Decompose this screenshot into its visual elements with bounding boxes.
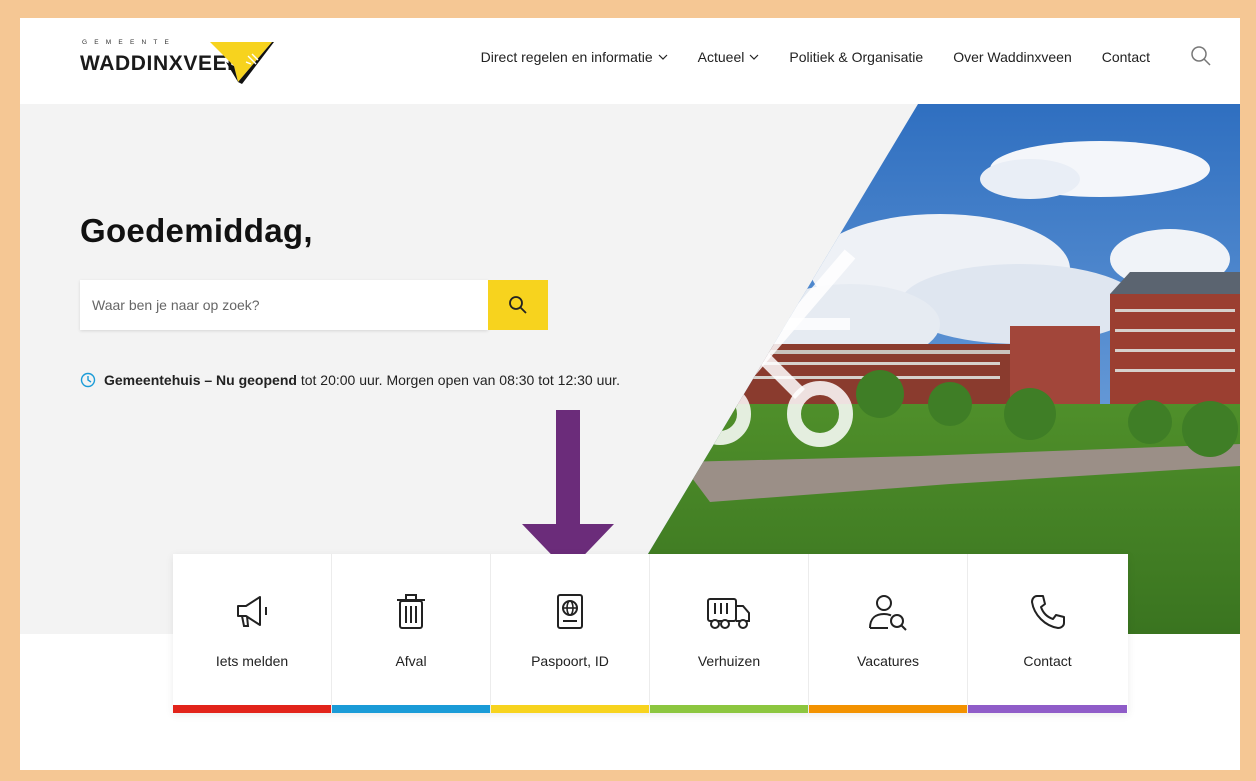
tile-label: Iets melden: [215, 653, 289, 669]
tile-label: Vacatures: [857, 653, 919, 669]
status-detail: tot 20:00 uur. Morgen open van 08:30 tot…: [296, 372, 620, 388]
search-button[interactable]: [488, 280, 548, 330]
logo-emblem-icon: [210, 42, 274, 84]
nav-label: Direct regelen en informatie: [480, 49, 653, 65]
tile-vacatures[interactable]: Vacatures: [809, 554, 968, 713]
tile-afval[interactable]: Afval: [332, 554, 491, 713]
nav-label: Contact: [1101, 49, 1150, 65]
search-input[interactable]: [80, 280, 494, 330]
quick-links: Iets melden Afval Paspoort, ID Verhuizen…: [173, 554, 1128, 713]
logo[interactable]: GEMEENTE WADDINXVEEN: [80, 36, 280, 90]
opening-status: Gemeentehuis – Nu geopend tot 20:00 uur.…: [80, 366, 640, 394]
tile-color-bar: [332, 705, 490, 713]
chevron-down-icon: [658, 54, 668, 60]
page-frame: GEMEENTE WADDINXVEEN Direct regelen en i…: [20, 18, 1240, 770]
nav-label: Over Waddinxveen: [953, 49, 1072, 65]
tile-paspoort-id[interactable]: Paspoort, ID: [491, 554, 650, 713]
nav-item-direct-regelen[interactable]: Direct regelen en informatie: [481, 49, 668, 65]
person-search-icon: [869, 595, 907, 631]
megaphone-icon: [237, 596, 267, 627]
tile-contact[interactable]: Contact: [968, 554, 1127, 713]
tile-label: Afval: [395, 653, 427, 669]
logo-small-text: GEMEENTE: [82, 39, 177, 46]
nav-label: Actueel: [697, 49, 745, 65]
nav-item-actueel[interactable]: Actueel: [698, 49, 760, 65]
tile-color-bar: [173, 705, 331, 713]
down-arrow-icon: [522, 410, 614, 572]
tile-label: Verhuizen: [697, 653, 761, 669]
site-header: GEMEENTE WADDINXVEEN Direct regelen en i…: [20, 18, 1240, 104]
search-icon: [509, 296, 527, 314]
nav-item-politiek[interactable]: Politiek & Organisatie: [789, 49, 923, 65]
tile-color-bar: [968, 705, 1127, 713]
nav-item-contact[interactable]: Contact: [1102, 49, 1150, 65]
tile-color-bar: [650, 705, 808, 713]
nav-item-over-waddinxveen[interactable]: Over Waddinxveen: [953, 49, 1072, 65]
tile-label: Contact: [1023, 653, 1072, 669]
clock-icon: [80, 372, 96, 388]
main-nav: Direct regelen en informatie Actueel Pol…: [451, 49, 1150, 65]
nav-label: Politiek & Organisatie: [789, 49, 924, 65]
trash-icon: [397, 594, 425, 629]
chevron-down-icon: [749, 54, 759, 60]
search-icon[interactable]: [1190, 45, 1212, 72]
tile-color-bar: [491, 705, 649, 713]
greeting-heading: Goedemiddag,: [80, 212, 313, 249]
tile-iets-melden[interactable]: Iets melden: [173, 554, 332, 713]
tile-label: Paspoort, ID: [531, 653, 609, 669]
tile-verhuizen[interactable]: Verhuizen: [650, 554, 809, 713]
moving-truck-icon: [707, 598, 750, 629]
status-title: Gemeentehuis – Nu geopend: [104, 372, 297, 388]
search-box: [80, 280, 494, 330]
phone-icon: [1030, 595, 1065, 629]
tile-color-bar: [809, 705, 967, 713]
passport-icon: [557, 594, 583, 629]
